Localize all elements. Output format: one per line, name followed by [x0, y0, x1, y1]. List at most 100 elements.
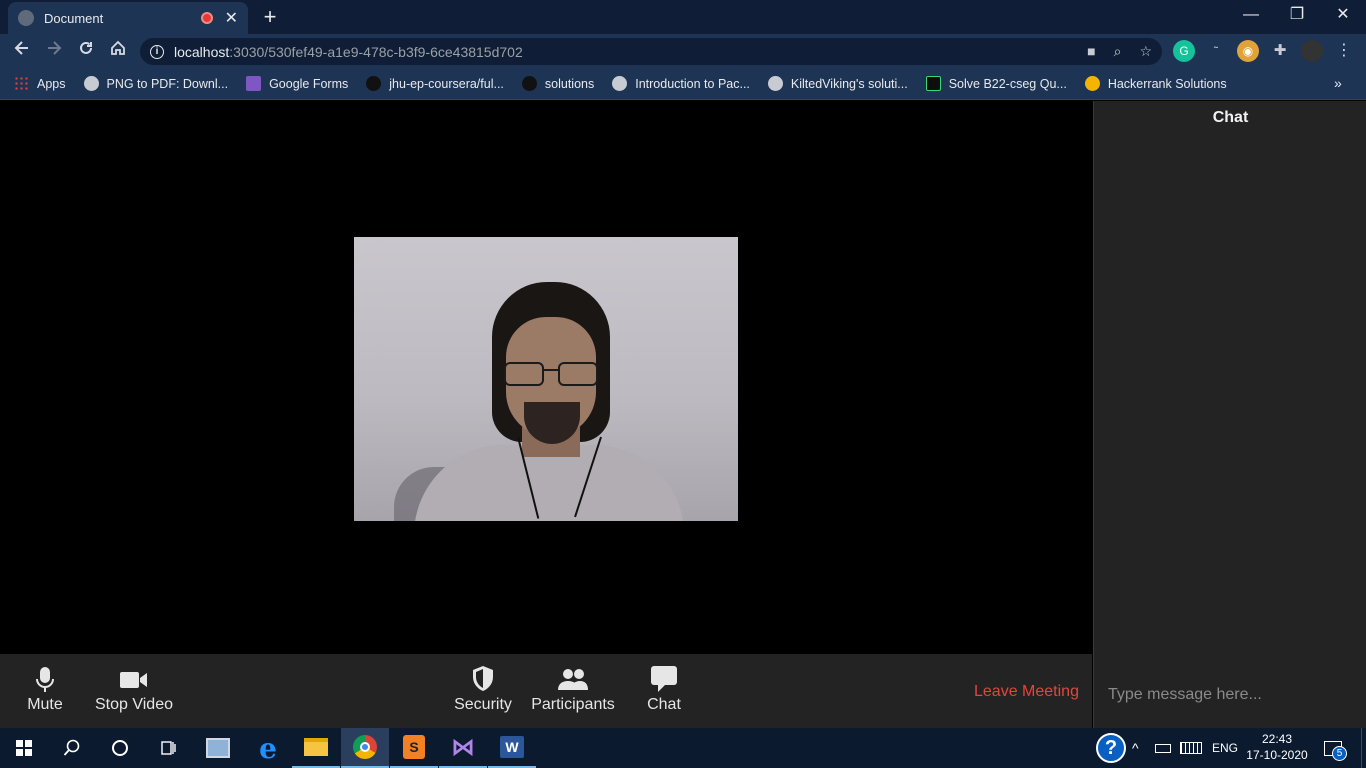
cortana-circle-icon	[112, 740, 128, 756]
bookmark-item[interactable]: Google Forms	[246, 76, 348, 91]
taskbar-app-visual-studio[interactable]: ⋈	[439, 728, 487, 768]
more-bookmarks-chevron-icon[interactable]: »	[1334, 75, 1342, 91]
url-path: :3030/530fef49-a1e9-478c-b3f9-6ce43815d7…	[229, 43, 523, 60]
file-explorer-icon	[304, 738, 328, 756]
shield-icon	[452, 664, 514, 694]
input-language[interactable]: ENG	[1212, 728, 1238, 768]
apps-grid-icon	[14, 76, 29, 91]
bookmark-item[interactable]: Hackerrank Solutions	[1084, 76, 1227, 91]
globe-icon	[612, 76, 628, 91]
reload-button[interactable]	[70, 34, 102, 68]
chat-button[interactable]: Chat	[640, 664, 688, 714]
action-center-button[interactable]: 5	[1324, 728, 1347, 768]
extension-icon[interactable]: ˜	[1205, 40, 1227, 62]
bookmark-item[interactable]: solutions	[521, 76, 594, 91]
profile-avatar[interactable]	[1301, 40, 1323, 62]
bookmark-star-icon[interactable]: ☆	[1139, 43, 1152, 60]
taskbar-app-sublime[interactable]: S	[390, 728, 438, 768]
grammarly-extension-icon[interactable]: G	[1173, 40, 1195, 62]
bookmark-label: Hackerrank Solutions	[1107, 76, 1227, 91]
task-view-icon	[161, 741, 176, 755]
bookmark-apps[interactable]: Apps	[14, 76, 66, 91]
help-button[interactable]: ?	[1096, 728, 1126, 768]
bookmark-item[interactable]: jhu-ep-coursera/ful...	[366, 76, 504, 91]
bookmark-label: Apps	[37, 76, 66, 91]
bookmark-label: Google Forms	[269, 76, 349, 91]
browser-menu-icon[interactable]: ⋮	[1333, 40, 1355, 62]
bookmark-item[interactable]: KiltedViking's soluti...	[767, 76, 908, 91]
close-window-button[interactable]: ✕	[1320, 0, 1366, 30]
taskbar-app-chrome[interactable]	[341, 728, 389, 768]
windows-start-button[interactable]	[0, 728, 48, 768]
site-info-icon[interactable]: i	[150, 44, 164, 59]
show-hidden-icons-chevron-icon[interactable]: ^	[1132, 728, 1139, 768]
camera-in-use-icon[interactable]: ■	[1087, 43, 1095, 60]
forward-button[interactable]	[38, 34, 70, 68]
forward-arrow-icon	[48, 41, 62, 55]
bookmark-item[interactable]: PNG to PDF: Downl...	[83, 76, 228, 91]
recording-indicator-icon	[200, 12, 213, 24]
clock-date: 17-10-2020	[1246, 748, 1308, 762]
taskbar-app-monitor[interactable]	[194, 728, 242, 768]
system-clock[interactable]: 22:43 17-10-2020	[1240, 731, 1314, 763]
globe-icon	[18, 10, 34, 26]
bookmark-label: jhu-ep-coursera/ful...	[389, 76, 504, 91]
windows-taskbar: e S ⋈ W ? ^ ENG 22:43 17-10-2020 5	[0, 728, 1366, 768]
participants-label: Participants	[531, 696, 615, 713]
meeting-controls-bar: Mute Stop Video Security Participants Ch…	[0, 654, 1092, 728]
edge-browser-icon: e	[259, 731, 277, 765]
stop-video-label: Stop Video	[95, 696, 173, 713]
github-icon	[366, 76, 382, 91]
microphone-icon	[22, 664, 68, 694]
tab-title: Document	[44, 10, 104, 26]
mute-button[interactable]: Mute	[22, 664, 68, 714]
leave-meeting-button[interactable]: Leave Meeting	[974, 683, 1079, 701]
cortana-button[interactable]	[96, 728, 144, 768]
task-view-button[interactable]	[144, 728, 192, 768]
chat-panel: Chat	[1093, 101, 1366, 728]
extension-emoji-icon[interactable]: ◉	[1237, 40, 1259, 62]
chat-message-input[interactable]	[1100, 680, 1360, 710]
zoom-icon[interactable]: ⌕	[1114, 43, 1122, 60]
browser-tab[interactable]: Document ✕	[8, 2, 248, 34]
bookmark-label: Solve B22-cseg Qu...	[948, 76, 1067, 91]
globe-icon	[767, 76, 783, 91]
hackerrank-icon	[925, 76, 941, 91]
back-button[interactable]	[6, 34, 38, 68]
restore-window-button[interactable]: ❐	[1274, 0, 1320, 30]
browser-tab-strip: Document ✕ + — ❐ ✕	[0, 0, 1366, 34]
keyboard-icon[interactable]	[1180, 728, 1202, 768]
address-bar[interactable]: i localhost:3030/530fef49-a1e9-478c-b3f9…	[140, 38, 1162, 65]
taskbar-app-explorer[interactable]	[292, 728, 340, 768]
browser-toolbar: i localhost:3030/530fef49-a1e9-478c-b3f9…	[0, 34, 1366, 68]
bookmark-label: KiltedViking's soluti...	[790, 76, 908, 91]
extensions-puzzle-icon[interactable]: ✚	[1269, 40, 1291, 62]
notification-count-badge: 5	[1332, 746, 1347, 761]
resource-monitor-icon	[206, 738, 230, 758]
chat-label: Chat	[647, 696, 681, 713]
bookmark-item[interactable]: Solve B22-cseg Qu...	[925, 76, 1067, 91]
close-tab-icon[interactable]: ✕	[225, 8, 238, 28]
security-button[interactable]: Security	[452, 664, 514, 714]
bookmark-item[interactable]: Introduction to Pac...	[612, 76, 750, 91]
reload-icon	[80, 41, 92, 54]
minimize-window-button[interactable]: —	[1228, 0, 1274, 30]
show-desktop-button[interactable]	[1361, 728, 1366, 768]
chat-panel-title: Chat	[1212, 109, 1249, 126]
home-button[interactable]	[102, 34, 134, 68]
github-icon	[521, 76, 537, 91]
globe-icon	[83, 76, 99, 91]
taskbar-app-word[interactable]: W	[488, 728, 536, 768]
chrome-icon	[353, 735, 377, 759]
new-tab-button[interactable]: +	[258, 4, 282, 30]
participant-video-tile	[354, 237, 738, 521]
search-button[interactable]	[48, 728, 96, 768]
participants-button[interactable]: Participants	[528, 664, 618, 714]
battery-icon[interactable]	[1155, 728, 1171, 768]
emoji-icon	[1084, 76, 1100, 91]
taskbar-app-edge[interactable]: e	[244, 728, 292, 768]
home-icon	[111, 40, 125, 55]
help-question-icon: ?	[1096, 733, 1126, 763]
stop-video-button[interactable]: Stop Video	[92, 664, 176, 714]
sublime-text-icon: S	[403, 735, 425, 759]
